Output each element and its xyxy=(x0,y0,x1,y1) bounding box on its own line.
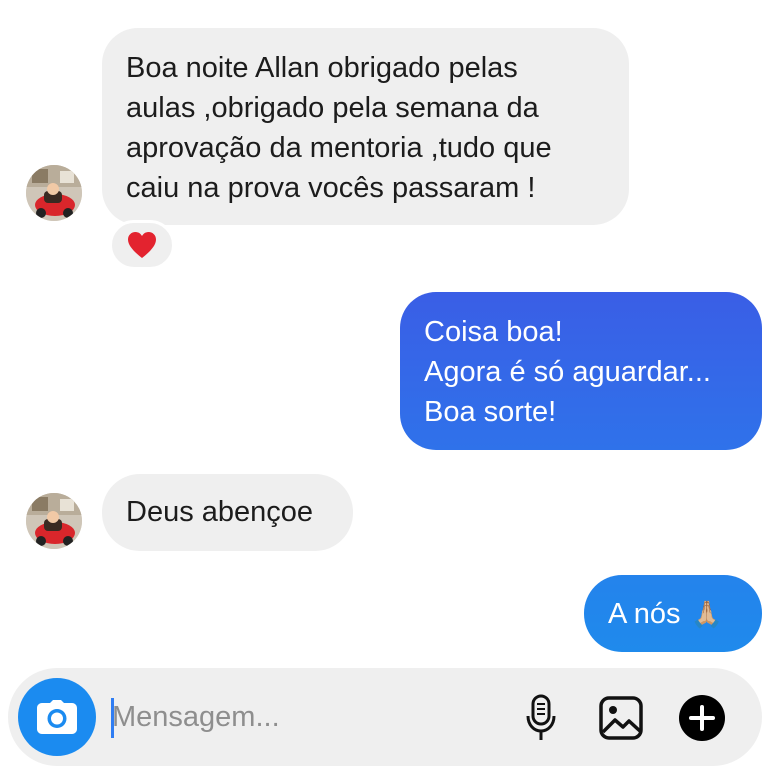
outgoing-message[interactable]: A nós 🙏🏼 xyxy=(584,575,762,652)
camera-button[interactable] xyxy=(18,678,96,756)
gallery-button[interactable] xyxy=(596,694,646,742)
microphone-button[interactable] xyxy=(516,692,566,744)
message-text-line: Boa sorte! xyxy=(424,396,557,428)
message-input[interactable] xyxy=(112,692,492,742)
praying-hands-emoji: 🙏🏼 xyxy=(690,598,723,629)
gallery-icon xyxy=(599,696,643,740)
contact-avatar[interactable] xyxy=(26,493,82,549)
message-text-line: Coisa boa! xyxy=(424,316,563,348)
message-text-line: Agora é só aguardar... xyxy=(424,356,711,388)
message-text-line: caiu na prova vocês passaram ! xyxy=(126,172,536,204)
message-text-line: Deus abençoe xyxy=(126,496,314,528)
plus-icon xyxy=(679,695,725,741)
message-text: A nós xyxy=(608,597,681,630)
incoming-message[interactable]: Deus abençoe xyxy=(102,474,353,551)
microphone-icon xyxy=(526,694,556,740)
heart-icon xyxy=(128,232,156,258)
contact-avatar[interactable] xyxy=(26,165,82,221)
incoming-message[interactable]: Boa noite Allan obrigado pelas aulas ,ob… xyxy=(102,28,629,225)
chat-screen: Boa noite Allan obrigado pelas aulas ,ob… xyxy=(0,0,768,768)
message-text-line: aulas ,obrigado pela semana da xyxy=(126,92,539,124)
message-composer xyxy=(8,668,762,766)
heart-reaction[interactable] xyxy=(109,220,175,270)
add-button[interactable] xyxy=(678,694,726,742)
message-text-line: aprovação da mentoria ,tudo que xyxy=(126,132,552,164)
message-text-line: Boa noite Allan obrigado pelas xyxy=(126,52,518,84)
outgoing-message[interactable]: Coisa boa! Agora é só aguardar... Boa so… xyxy=(400,292,762,450)
camera-icon xyxy=(37,700,77,734)
